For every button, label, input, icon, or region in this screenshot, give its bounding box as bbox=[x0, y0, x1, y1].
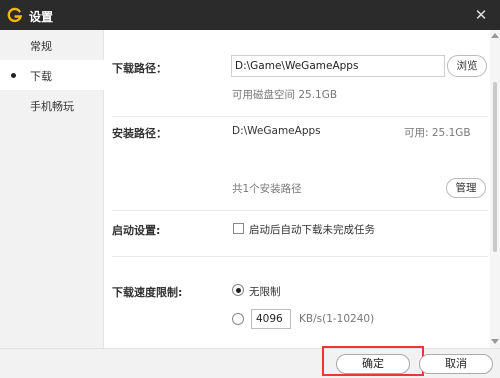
sidebar-item-general[interactable]: 常规 bbox=[0, 30, 104, 60]
auto-download-label[interactable]: 启动后自动下载未完成任务 bbox=[249, 222, 375, 237]
settings-panel: 下载路径： D:\Game\WeGameApps 浏览 可用磁盘空间 25.1G… bbox=[104, 30, 490, 348]
download-path-field[interactable]: D:\Game\WeGameApps bbox=[231, 55, 445, 77]
scroll-up-icon[interactable] bbox=[491, 33, 499, 38]
sidebar-item-label: 常规 bbox=[30, 40, 52, 53]
free-space-text: 可用磁盘空间 25.1GB bbox=[232, 89, 338, 101]
divider bbox=[112, 256, 488, 257]
title-bar: 设置 ✕ bbox=[0, 0, 500, 30]
install-path-available: 可用: 25.1GB bbox=[404, 127, 471, 139]
vertical-scrollbar[interactable] bbox=[490, 30, 500, 348]
cancel-button[interactable]: 取消 bbox=[419, 354, 493, 374]
unlimited-radio[interactable] bbox=[232, 284, 244, 296]
scroll-thumb[interactable] bbox=[493, 82, 497, 252]
close-icon[interactable]: ✕ bbox=[472, 6, 490, 24]
install-path-label: 安装路径： bbox=[112, 127, 167, 140]
speed-limit-label: 下载速度限制: bbox=[112, 286, 183, 299]
window-title: 设置 bbox=[29, 10, 54, 24]
unlimited-label[interactable]: 无限制 bbox=[249, 284, 281, 299]
limit-radio[interactable] bbox=[232, 313, 244, 325]
manage-button[interactable]: 管理 bbox=[446, 178, 486, 198]
active-indicator-icon bbox=[11, 73, 16, 78]
sidebar-item-label: 下载 bbox=[30, 70, 52, 83]
startup-settings-label: 启动设置: bbox=[112, 224, 161, 237]
browse-button[interactable]: 浏览 bbox=[447, 55, 487, 77]
sidebar-item-label: 手机畅玩 bbox=[30, 100, 74, 113]
wegame-logo-icon bbox=[7, 7, 23, 23]
divider bbox=[112, 116, 488, 117]
confirm-button[interactable]: 确定 bbox=[336, 354, 410, 374]
divider bbox=[112, 210, 488, 211]
install-path-value[interactable]: D:\WeGameApps bbox=[232, 125, 321, 137]
auto-download-checkbox[interactable] bbox=[233, 223, 244, 234]
sidebar-item-mobile-play[interactable]: 手机畅玩 bbox=[0, 90, 104, 120]
speed-unit-label: KB/s(1-10240) bbox=[299, 313, 375, 325]
download-path-label: 下载路径： bbox=[112, 62, 167, 75]
sidebar-item-download[interactable]: 下载 bbox=[0, 60, 104, 90]
install-path-count: 共1个安装路径 bbox=[232, 183, 302, 195]
scroll-down-icon[interactable] bbox=[491, 339, 499, 344]
speed-limit-input[interactable]: 4096 bbox=[251, 309, 291, 329]
dialog-footer: 确定 取消 bbox=[0, 346, 500, 378]
sidebar: 常规 下载 手机畅玩 bbox=[0, 30, 104, 348]
